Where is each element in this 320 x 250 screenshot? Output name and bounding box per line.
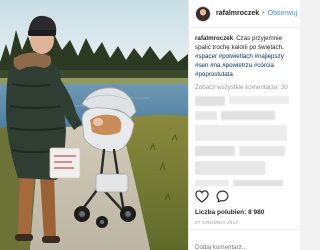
post-photo[interactable]: [0, 0, 188, 250]
separator-dot: •: [262, 10, 265, 17]
heart-icon[interactable]: [195, 190, 209, 203]
blurred-comment: [195, 180, 294, 186]
hashtag-link[interactable]: #polwietlach: [219, 53, 253, 60]
comment-bubble-icon[interactable]: [216, 190, 229, 203]
hashtag-link[interactable]: #spacer: [195, 53, 217, 60]
hashtag-link[interactable]: #na: [210, 62, 220, 69]
post-caption: rafalmroczek Czas przyjemnie spalić troch…: [195, 34, 294, 79]
photo-man-with-stroller: [0, 0, 188, 250]
hashtag-link[interactable]: #poprostutata: [195, 71, 233, 78]
blurred-comment: [195, 161, 294, 175]
comment-input[interactable]: [195, 244, 295, 250]
hashtag-link[interactable]: #najlepszy: [255, 53, 284, 60]
likes-count[interactable]: Liczba polubień: 8 980: [195, 209, 264, 216]
username-link[interactable]: rafalmroczek: [216, 10, 259, 17]
view-all-comments-link[interactable]: Zobacz wszystkie komentarze: 30: [195, 84, 294, 91]
blurred-comment: [195, 96, 294, 106]
caption-username[interactable]: rafalmroczek: [195, 35, 233, 42]
comments-section: rafalmroczek Czas przyjemnie spalić troch…: [189, 28, 300, 186]
hashtag-link[interactable]: #powietrzu: [222, 62, 252, 69]
hashtag-link[interactable]: #córcia: [254, 62, 274, 69]
hashtag-link[interactable]: #sen: [195, 62, 208, 69]
blurred-comment: [195, 111, 294, 120]
post-sidebar: rafalmroczek • Obserwuj rafalmroczek Czas…: [188, 0, 301, 250]
blurred-comment: [195, 125, 294, 141]
post-actions: [195, 190, 229, 203]
blurred-comment: [195, 146, 294, 156]
post-timestamp: 27 GRUDNIA 2017: [195, 220, 239, 225]
post-header: rafalmroczek • Obserwuj: [189, 0, 300, 28]
add-comment-box: [189, 229, 301, 250]
follow-button[interactable]: Obserwuj: [268, 10, 298, 17]
avatar[interactable]: [195, 5, 211, 22]
